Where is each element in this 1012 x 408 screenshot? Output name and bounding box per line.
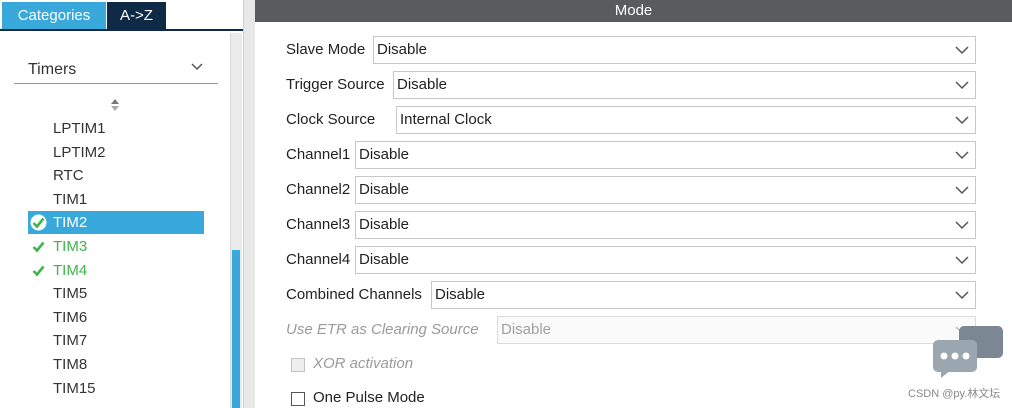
- peripheral-item-label: TIM5: [53, 285, 88, 302]
- mode-header: Mode: [255, 0, 1012, 22]
- peripheral-item[interactable]: TIM7: [28, 329, 204, 352]
- peripheral-panel: Categories A->Z Timers LPTIM1 LPTIM2 RTC TI…: [0, 0, 243, 408]
- checkbox[interactable]: [291, 392, 305, 406]
- field-dropdown-value: Disable: [435, 286, 486, 303]
- peripheral-item-label: TIM7: [53, 332, 88, 349]
- field-dropdown-value: Disable: [359, 146, 410, 163]
- peripheral-item[interactable]: TIM8: [28, 353, 204, 376]
- field-dropdown-value: Disable: [359, 181, 410, 198]
- field-dropdown[interactable]: Disable: [355, 141, 976, 169]
- field-label: Channel3: [286, 216, 351, 233]
- checkbox-row[interactable]: One Pulse Mode: [291, 389, 491, 408]
- field-dropdown[interactable]: Disable: [393, 71, 976, 99]
- category-select[interactable]: Timers: [14, 56, 218, 84]
- chevron-down-icon: [955, 186, 969, 195]
- field-label: Channel1: [286, 146, 351, 163]
- peripheral-item-label: RTC: [53, 167, 84, 184]
- peripheral-item-label: TIM4: [53, 262, 88, 279]
- field-dropdown-value: Internal Clock: [400, 111, 492, 128]
- field-label: Channel4: [286, 251, 351, 268]
- peripheral-item[interactable]: TIM3: [28, 235, 204, 258]
- peripheral-item-label: TIM2: [53, 214, 88, 231]
- field-label: Trigger Source: [286, 76, 385, 93]
- tab-a-to-z[interactable]: A->Z: [107, 2, 166, 29]
- peripheral-item[interactable]: TIM6: [28, 306, 204, 329]
- peripheral-item-label: LPTIM1: [53, 120, 106, 137]
- peripheral-item-label: TIM6: [53, 309, 88, 326]
- peripheral-item[interactable]: TIM4: [28, 259, 204, 282]
- scrollbar-thumb[interactable]: [232, 250, 240, 408]
- tab-categories[interactable]: Categories: [2, 2, 106, 29]
- check-icon: [32, 241, 45, 253]
- field-label: Clock Source: [286, 111, 376, 128]
- peripheral-item-label: TIM8: [53, 356, 88, 373]
- field-dropdown[interactable]: Disable: [355, 176, 976, 204]
- chevron-down-icon: [955, 221, 969, 230]
- field-dropdown-value: Disable: [377, 41, 428, 58]
- checkbox-label: XOR activation: [313, 355, 414, 372]
- chat-bubble-icon: [933, 326, 1003, 378]
- category-select-value: Timers: [28, 61, 77, 78]
- chevron-down-icon: [955, 116, 969, 125]
- chevron-down-icon: [955, 256, 969, 265]
- peripheral-item-label: TIM3: [53, 238, 88, 255]
- chevron-down-icon: [955, 291, 969, 300]
- field-dropdown[interactable]: Internal Clock: [396, 106, 976, 134]
- field-label: Channel2: [286, 181, 351, 198]
- field-label: Slave Mode: [286, 41, 366, 58]
- peripheral-item[interactable]: TIM15: [28, 377, 204, 400]
- field-dropdown-value: Disable: [359, 251, 410, 268]
- field-dropdown-value: Disable: [501, 321, 552, 338]
- panel-splitter[interactable]: [243, 0, 255, 408]
- field-label: Use ETR as Clearing Source: [286, 321, 479, 338]
- field-dropdown[interactable]: Disable: [431, 281, 976, 309]
- field-dropdown[interactable]: Disable: [373, 36, 976, 64]
- peripheral-item-label: TIM15: [53, 380, 96, 397]
- check-icon: [30, 214, 47, 231]
- chevron-down-icon: [955, 81, 969, 90]
- checkbox: [291, 358, 305, 372]
- sort-up-down-icon[interactable]: [109, 98, 121, 112]
- peripheral-item[interactable]: TIM1: [28, 188, 204, 211]
- field-dropdown[interactable]: Disable: [355, 246, 976, 274]
- peripheral-item[interactable]: TIM5: [28, 282, 204, 305]
- peripheral-item[interactable]: LPTIM1: [28, 117, 204, 140]
- field-dropdown: Disable: [497, 316, 976, 344]
- peripheral-item[interactable]: TIM2: [28, 211, 204, 234]
- field-dropdown-value: Disable: [397, 76, 448, 93]
- peripheral-item[interactable]: RTC: [28, 164, 204, 187]
- checkbox-row: XOR activation: [291, 355, 491, 375]
- peripheral-item-label: LPTIM2: [53, 144, 106, 161]
- field-dropdown[interactable]: Disable: [355, 211, 976, 239]
- chevron-down-icon: [191, 63, 203, 71]
- chevron-down-icon: [955, 46, 969, 55]
- check-icon: [32, 265, 45, 277]
- field-label: Combined Channels: [286, 286, 422, 303]
- peripheral-item[interactable]: LPTIM2: [28, 141, 204, 164]
- view-tabs: Categories A->Z: [0, 0, 243, 31]
- mode-panel: Mode Slave Mode Disable Trigger Source Disa…: [255, 0, 1012, 408]
- tab-underline: [0, 29, 243, 31]
- field-dropdown-value: Disable: [359, 216, 410, 233]
- watermark-text: CSDN @py.林文坛: [908, 388, 1001, 400]
- chevron-down-icon: [955, 151, 969, 160]
- checkbox-label: One Pulse Mode: [313, 389, 425, 406]
- peripheral-item-label: TIM1: [53, 191, 88, 208]
